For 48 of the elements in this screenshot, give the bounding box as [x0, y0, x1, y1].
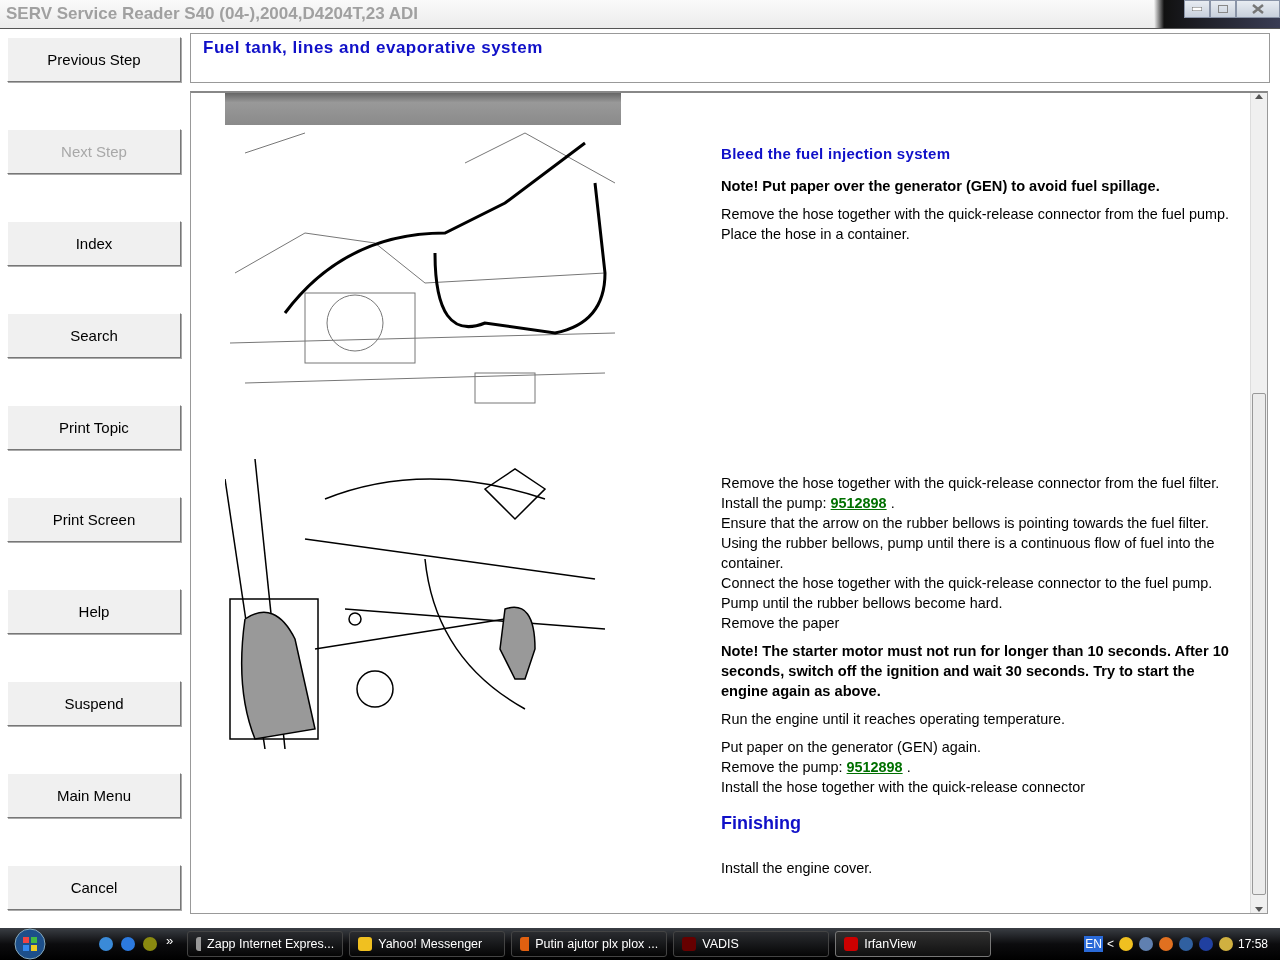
nav-button[interactable]: Search [7, 313, 181, 358]
scrollbar[interactable] [1250, 93, 1267, 913]
instruction-text: Connect the hose together with the quick-release connector to the fuel pump. [721, 574, 1214, 593]
taskbar-button[interactable]: Putin ajutor plx plox ... [511, 931, 668, 957]
instruction-text: Install the hose together with the quick-release connector [721, 778, 1086, 797]
instruction-text: Remove the hose together with the quick-release connector from the fuel pump. Place the hose in a container. [721, 205, 1229, 244]
scrollbar-thumb[interactable] [1252, 393, 1266, 895]
overflow-chevron[interactable]: » [166, 932, 174, 948]
section-heading: Bleed the fuel injection system [721, 145, 952, 162]
nav-button[interactable]: Print Screen [7, 497, 181, 542]
section-heading: Finishing [721, 813, 802, 834]
tool-link[interactable]: 9512898 [846, 759, 903, 775]
nav-button[interactable]: Main Menu [7, 773, 181, 818]
taskbar-button[interactable]: IrfanView [835, 931, 992, 957]
instruction-text: Remove the paper [721, 614, 841, 633]
instruction-text: Using the rubber bellows, pump until there is a continuous flow of fuel into the container. [721, 534, 1216, 573]
close-button[interactable] [1236, 0, 1280, 18]
nav-button[interactable]: Index [7, 221, 181, 266]
tray-toggle[interactable]: < [1106, 937, 1114, 951]
clock: 17:58 [1237, 937, 1268, 951]
minimize-icon [1192, 7, 1202, 11]
maximize-icon [1218, 5, 1228, 13]
scroll-up-icon[interactable] [1255, 93, 1263, 99]
instruction-text: Put paper on the generator (GEN) again. [721, 738, 982, 757]
minimize-button[interactable] [1184, 0, 1210, 18]
instruction-text: Install the engine cover. [721, 859, 874, 878]
nav-button[interactable]: Help [7, 589, 181, 634]
topic-title: Fuel tank, lines and evaporative system [203, 38, 543, 57]
instruction-text: Pump until the rubber bellows become hard. [721, 594, 1004, 613]
nav-button[interactable]: Previous Step [7, 37, 181, 82]
nav-button[interactable]: Print Topic [7, 405, 181, 450]
nav-button[interactable]: Suspend [7, 681, 181, 726]
instruction-text: Run the engine until it reaches operating temperature. [721, 710, 1066, 729]
taskbar-button[interactable]: Yahoo! Messenger [349, 931, 506, 957]
warning-note: Note! Put paper over the generator (GEN) to avoid fuel spillage. [721, 177, 1161, 196]
instruction-text: Remove the pump: 9512898 . [721, 758, 912, 777]
warning-note: Note! The starter motor must not run for longer than 10 seconds. After 10 seconds, switch off the ignition and wait 30 seconds. Try to start the engine again as above. [721, 642, 1229, 701]
maximize-button[interactable] [1210, 0, 1236, 18]
language-indicator[interactable]: EN [1084, 936, 1103, 952]
instruction-text: Ensure that the arrow on the rubber bellows is pointing towards the fuel filter. [721, 514, 1210, 533]
scroll-down-icon[interactable] [1255, 907, 1263, 913]
taskbar-button[interactable]: Zapp Internet Expres... [187, 931, 344, 957]
tool-link[interactable]: 9512898 [830, 495, 887, 511]
instruction-text: Remove the hose together with the quick-release connector from the fuel filter. Install the pump: 9512898 . [721, 474, 1221, 513]
nav-button[interactable]: Cancel [7, 865, 181, 910]
close-icon [1252, 4, 1264, 14]
taskbar-button[interactable]: VADIS [673, 931, 830, 957]
window-title: SERV Service Reader S40 (04-),2004,D4204T,23 ADI [5, 4, 419, 24]
